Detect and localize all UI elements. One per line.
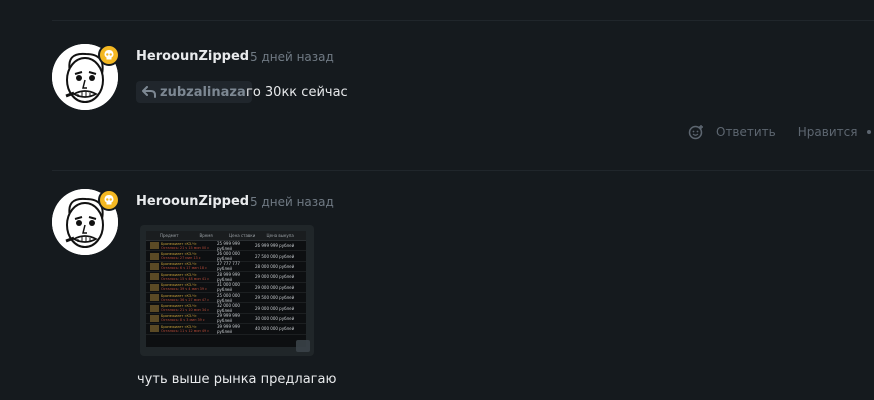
- comment-divider: [52, 170, 874, 171]
- reply-mention-name: zubzalinaza: [160, 84, 246, 100]
- comment-time[interactable]: 5 дней назад: [250, 195, 334, 209]
- skull-badge-icon: [98, 44, 120, 66]
- item-cell: Бронежилет «КЗ-Ч» Осталось: 36 ч 27 мин 4…: [161, 294, 217, 302]
- item-icon: [150, 273, 159, 281]
- auction-row: Бронежилет «КЗ-Ч» Осталось: 6 ч 17 мин 18…: [146, 261, 306, 273]
- item-time: Осталось: 8 ч 3 мин 39 с: [161, 318, 205, 323]
- item-time: Осталось: 21 ч 15 мин 00 с: [161, 245, 210, 250]
- item-icon: [150, 262, 159, 270]
- comment-time[interactable]: 5 дней назад: [250, 50, 334, 64]
- item-bid: 25 999 999 рублей: [217, 240, 240, 251]
- item-cell: Бронежилет «КЗ-Ч» Осталось: 8 ч 3 мин 39 …: [161, 314, 217, 322]
- item-icon: [150, 304, 159, 312]
- item-time: Осталось: 39 ч 4 мин 39 с: [161, 287, 207, 292]
- comment-2: HeroounZipped 5 дней назад Предмет Время…: [52, 189, 874, 400]
- header-bid: Цена ставки: [229, 233, 256, 238]
- item-buyout: 30 000 000 рублей: [255, 315, 295, 321]
- top-divider: [52, 20, 874, 21]
- auction-row: Бронежилет «КЗ-Ч» Осталось: 11 ч 12 мин 4…: [146, 323, 306, 335]
- item-icon: [150, 294, 159, 302]
- item-icon: [150, 283, 159, 291]
- item-time: Осталось: 21 ч 10 мин 34 с: [161, 308, 210, 313]
- item-buyout: 29 000 000 рублей: [255, 305, 295, 311]
- item-time: Осталось: 11 ч 12 мин 49 с: [161, 328, 210, 333]
- item-bid: 26 000 000 рублей: [217, 251, 240, 262]
- item-icon: [150, 252, 159, 260]
- item-bid: 27 777 777 рублей: [217, 261, 240, 272]
- auction-row: Бронежилет «КЗ-Ч» Осталось: 39 ч 4 мин 39…: [146, 282, 306, 293]
- more-dot-icon[interactable]: [867, 130, 872, 134]
- auction-row: Бронежилет «КЗ-Ч» Осталось: 27 мин 13 с 26…: [146, 251, 306, 262]
- comment-1: HeroounZipped 5 дней назад zubzalinaza г…: [52, 44, 874, 164]
- comment-text: чуть выше рынка предлагаю: [137, 372, 337, 387]
- item-buyout: 28 000 000 рублей: [255, 263, 295, 269]
- comment-text: го 30кк сейчас: [246, 85, 348, 100]
- reply-mention-chip[interactable]: zubzalinaza: [136, 81, 252, 103]
- item-cell: Бронежилет «КЗ-Ч» Осталось: 39 ч 4 мин 39…: [161, 283, 217, 291]
- comment-actions: Ответить Нравится: [688, 124, 872, 140]
- item-time: Осталось: 36 ч 27 мин 47 с: [161, 297, 210, 302]
- item-time: Осталось: 27 мин 13 с: [161, 256, 201, 261]
- auction-row: Бронежилет «КЗ-Ч» Осталось: 15 ч 48 мин 4…: [146, 271, 306, 283]
- item-cell: Бронежилет «КЗ-Ч» Осталось: 6 ч 17 мин 18…: [161, 262, 217, 270]
- comment-author[interactable]: HeroounZipped: [136, 194, 249, 209]
- item-buyout: 40 000 000 рублей: [255, 326, 295, 332]
- item-buyout: 29 000 000 рублей: [255, 274, 295, 280]
- comment-author[interactable]: HeroounZipped: [136, 49, 249, 64]
- item-bid: 32 000 000 рублей: [217, 303, 240, 314]
- skull-badge-icon: [98, 189, 120, 211]
- item-buyout: 29 500 000 рублей: [255, 295, 295, 301]
- item-icon: [150, 242, 159, 250]
- expand-image-icon[interactable]: [296, 340, 310, 352]
- header-buyout: Цена выкупа: [266, 233, 294, 238]
- reply-arrow-icon: [142, 86, 156, 98]
- item-bid: 31 000 000 рублей: [217, 282, 240, 293]
- auction-row: Бронежилет «КЗ-Ч» Осталось: 21 ч 15 мин 0…: [146, 240, 306, 252]
- item-buyout: 27 500 000 рублей: [255, 253, 295, 259]
- attachment-thumbnail[interactable]: Предмет Время Цена ставки Цена выкупа Бр…: [140, 225, 314, 356]
- item-buyout: 26 999 999 рублей: [255, 243, 295, 249]
- item-bid: 29 999 999 рублей: [217, 313, 240, 324]
- auction-table-header: Предмет Время Цена ставки Цена выкупа: [146, 231, 306, 241]
- auction-screenshot: Предмет Время Цена ставки Цена выкупа Бр…: [146, 231, 306, 347]
- reply-button[interactable]: Ответить: [716, 125, 776, 139]
- item-cell: Бронежилет «КЗ-Ч» Осталось: 21 ч 10 мин 3…: [161, 304, 217, 312]
- item-icon: [150, 325, 159, 333]
- item-cell: Бронежилет «КЗ-Ч» Осталось: 27 мин 13 с: [161, 252, 217, 260]
- like-button[interactable]: Нравится: [798, 125, 858, 139]
- item-cell: Бронежилет «КЗ-Ч» Осталось: 15 ч 48 мин 4…: [161, 273, 217, 281]
- auction-rows: Бронежилет «КЗ-Ч» Осталось: 21 ч 15 мин 0…: [146, 241, 306, 335]
- item-icon: [150, 314, 159, 322]
- item-cell: Бронежилет «КЗ-Ч» Осталось: 11 ч 12 мин 4…: [161, 325, 217, 333]
- item-buyout: 29 000 000 рублей: [255, 284, 295, 290]
- item-bid: 28 999 999 рублей: [217, 271, 240, 282]
- auction-row: Бронежилет «КЗ-Ч» Осталось: 8 ч 3 мин 39 …: [146, 313, 306, 325]
- auction-row: Бронежилет «КЗ-Ч» Осталось: 21 ч 10 мин 3…: [146, 303, 306, 314]
- header-item: Предмет: [160, 233, 179, 238]
- item-bid: 25 000 000 рублей: [217, 292, 240, 303]
- auction-row: Бронежилет «КЗ-Ч» Осталось: 36 ч 27 мин 4…: [146, 292, 306, 304]
- item-cell: Бронежилет «КЗ-Ч» Осталось: 21 ч 15 мин 0…: [161, 242, 217, 250]
- item-time: Осталось: 15 ч 48 мин 41 с: [161, 276, 210, 281]
- emoji-add-icon[interactable]: [688, 124, 704, 140]
- item-bid: 39 999 999 рублей: [217, 323, 240, 334]
- header-time: Время: [199, 233, 213, 238]
- item-time: Осталось: 6 ч 17 мин 18 с: [161, 266, 207, 271]
